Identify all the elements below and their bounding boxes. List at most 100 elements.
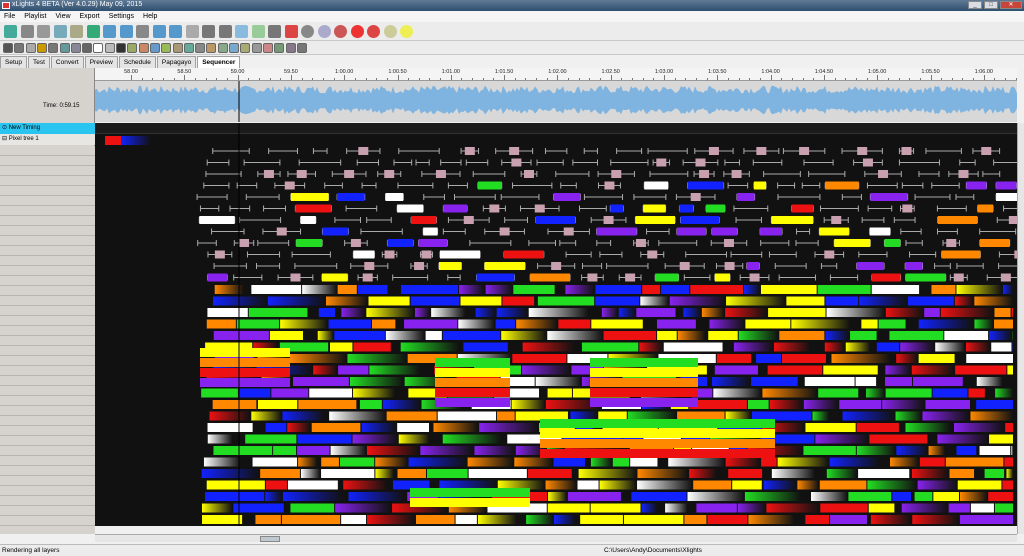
effect-block[interactable]: [387, 239, 414, 247]
effect-block[interactable]: [760, 285, 817, 294]
effect-block[interactable]: [495, 319, 516, 329]
effect-block[interactable]: [577, 480, 599, 490]
effect-block[interactable]: [282, 411, 325, 421]
effect-block[interactable]: [121, 136, 151, 145]
effect-block[interactable]: [207, 434, 233, 444]
effect-block[interactable]: [245, 434, 297, 444]
effect-block[interactable]: [974, 319, 994, 329]
effect-block[interactable]: [970, 411, 1013, 421]
effect-block[interactable]: [367, 515, 415, 524]
effect-icon-block[interactable]: [511, 158, 522, 167]
effect-block[interactable]: [287, 423, 311, 432]
effect-block[interactable]: [805, 423, 856, 432]
toolbar-icon[interactable]: [367, 25, 380, 38]
effect-block[interactable]: [769, 400, 803, 409]
effect-block[interactable]: [623, 515, 684, 524]
effect-block[interactable]: [994, 319, 1013, 329]
effect-block[interactable]: [338, 365, 369, 375]
effect-block[interactable]: [300, 216, 316, 224]
effect-block[interactable]: [397, 469, 426, 478]
effect-icon[interactable]: [240, 43, 251, 53]
effect-block[interactable]: [940, 308, 994, 317]
effect-block[interactable]: [825, 296, 859, 306]
effect-icon-block[interactable]: [489, 204, 500, 213]
effect-block[interactable]: [655, 273, 679, 282]
effect-block[interactable]: [401, 285, 459, 294]
effect-icon-block[interactable]: [604, 181, 615, 190]
effect-block[interactable]: [829, 457, 880, 467]
effect-icon-block[interactable]: [358, 147, 369, 155]
effect-block[interactable]: [984, 469, 1005, 478]
toolbar-icon[interactable]: [301, 25, 314, 38]
effect-block[interactable]: [687, 181, 724, 190]
effect-block[interactable]: [361, 423, 397, 432]
effect-block[interactable]: [257, 400, 298, 409]
effect-block[interactable]: [803, 446, 856, 455]
effect-block[interactable]: [206, 319, 236, 329]
effect-block[interactable]: [869, 434, 928, 444]
effect-block[interactable]: [676, 227, 707, 236]
close-button[interactable]: ✕: [1000, 1, 1022, 9]
toolbar-icon[interactable]: [37, 25, 50, 38]
effect-icon[interactable]: [93, 43, 104, 53]
effect-block[interactable]: [252, 457, 298, 467]
effect-block[interactable]: [565, 285, 595, 294]
effect-block[interactable]: [989, 434, 1013, 444]
effect-block[interactable]: [878, 319, 906, 329]
effect-block[interactable]: [766, 503, 820, 513]
effect-block[interactable]: [527, 469, 572, 478]
menu-playlist[interactable]: Playlist: [24, 13, 46, 20]
effect-block[interactable]: [547, 388, 572, 398]
effect-block[interactable]: [850, 331, 877, 340]
effect-block[interactable]: [834, 239, 871, 247]
effect-block[interactable]: [924, 308, 940, 317]
effect-block[interactable]: [819, 227, 850, 236]
effect-icon-block[interactable]: [647, 250, 658, 259]
effect-block[interactable]: [859, 296, 907, 306]
effect-block[interactable]: [855, 377, 877, 386]
effect-block[interactable]: [468, 469, 527, 478]
model-row-label[interactable]: ⊟ Pixel tree 1: [0, 134, 95, 145]
effect-block[interactable]: [341, 515, 367, 524]
effect-block[interactable]: [326, 296, 368, 306]
effect-block[interactable]: [689, 469, 717, 478]
effect-icon[interactable]: [3, 43, 13, 53]
effect-icon[interactable]: [274, 43, 285, 53]
effect-block[interactable]: [890, 457, 919, 467]
effect-icon[interactable]: [183, 43, 194, 53]
effect-block[interactable]: [347, 354, 407, 363]
effect-block[interactable]: [804, 377, 855, 386]
effect-block[interactable]: [567, 492, 621, 501]
effect-block[interactable]: [200, 348, 290, 357]
effect-block[interactable]: [977, 204, 994, 213]
effect-block[interactable]: [725, 457, 761, 467]
effect-block[interactable]: [516, 319, 558, 329]
effect-block[interactable]: [295, 204, 332, 213]
effect-block[interactable]: [296, 239, 323, 247]
effect-block[interactable]: [590, 378, 698, 387]
effect-block[interactable]: [892, 492, 912, 501]
effect-icon-block[interactable]: [723, 239, 734, 247]
effect-block[interactable]: [540, 419, 775, 428]
effect-block[interactable]: [815, 434, 869, 444]
effect-block[interactable]: [643, 204, 666, 213]
effect-block[interactable]: [884, 239, 901, 247]
effect-block[interactable]: [591, 319, 643, 329]
effect-block[interactable]: [514, 457, 553, 467]
menu-view[interactable]: View: [55, 13, 70, 20]
effect-block[interactable]: [714, 365, 758, 375]
effect-block[interactable]: [991, 342, 1012, 352]
effect-icon-block[interactable]: [524, 170, 535, 178]
effect-block[interactable]: [460, 296, 502, 306]
effect-block[interactable]: [522, 342, 575, 352]
effect-block[interactable]: [1002, 480, 1013, 490]
effect-block[interactable]: [337, 285, 357, 294]
effect-block[interactable]: [200, 368, 290, 377]
effect-block[interactable]: [297, 434, 352, 444]
effect-block[interactable]: [474, 446, 515, 455]
effect-block[interactable]: [439, 250, 481, 259]
effect-block[interactable]: [805, 515, 830, 524]
effect-icon-block[interactable]: [1000, 273, 1011, 282]
effect-block[interactable]: [290, 503, 335, 513]
effect-block[interactable]: [537, 296, 595, 306]
